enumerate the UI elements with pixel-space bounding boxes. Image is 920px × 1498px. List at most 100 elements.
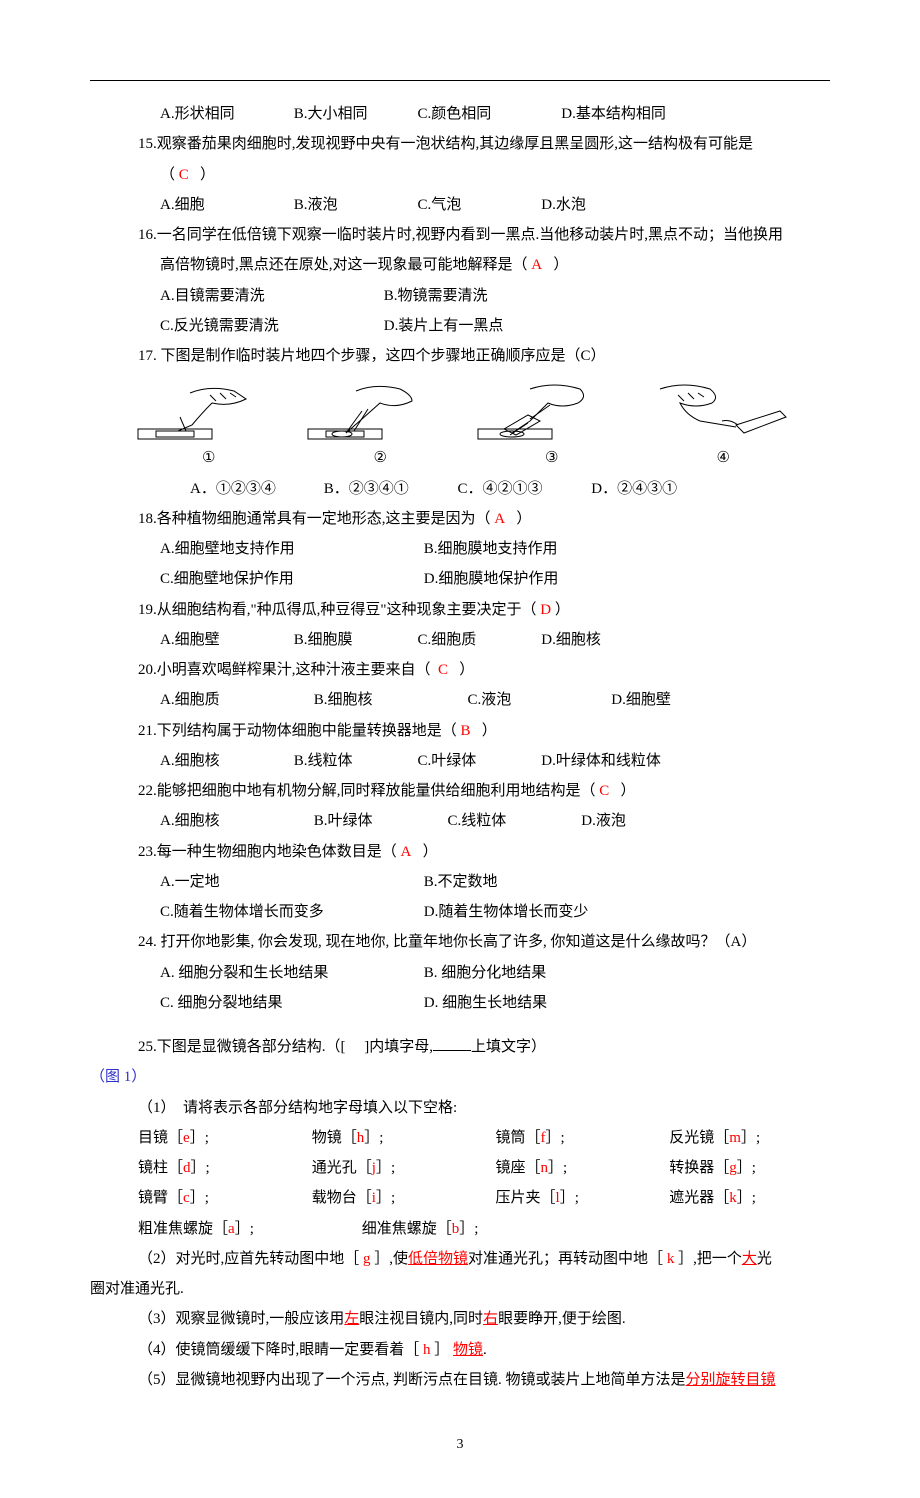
label: 镜柱［ [138,1160,183,1176]
label: 细准焦螺旋［ [362,1221,452,1237]
q20-options: A.细胞质 B.细胞核 C.液泡 D.细胞壁 [90,687,830,713]
answer: g [363,1251,371,1267]
text: ） [553,257,568,273]
opt-a: A.细胞核 [160,808,310,834]
num-1: ① [202,445,215,471]
label: 镜臂［ [138,1190,183,1206]
text: ） [459,662,474,678]
fig-step-4 [640,381,790,443]
q19-stem: 19.从细胞结构看,"种瓜得瓜,种豆得豆"这种现象主要决定于（ D ） [90,597,830,623]
text: ） [423,844,438,860]
text: 光 [757,1251,772,1267]
answer: k [667,1251,675,1267]
bracket: ］; [364,1130,383,1146]
q25-p2-cont: 圈对准通光孔. [90,1276,830,1302]
bracket: ］; [560,1190,579,1206]
opt-a: A.细胞 [160,192,290,218]
label: 粗准焦螺旋［ [138,1221,228,1237]
answer: A [494,511,505,527]
text: 上填文字） [471,1039,546,1055]
text: 25.下图是显微镜各部分结构.（[ ]内填字母, [138,1039,433,1055]
text: ） [482,723,497,739]
label: 遮光器［ [669,1190,729,1206]
q16-stem-2: 高倍物镜时,黑点还在原处,对这一现象最可能地解释是（ A ） [90,252,830,278]
q15-stem: 15.观察番茄果肉细胞时,发现视野中央有一泡状结构,其边缘厚且黑呈圆形,这一结构… [90,131,830,157]
bracket: ］; [459,1221,478,1237]
q25-row1: 目镜［e］; 物镜［h］; 镜筒［f］; 反光镜［m］; [90,1125,830,1151]
q16-stem-1: 16.一名同学在低倍镜下观察一临时装片时,视野内看到一黑点.当他移动装片时,黑点… [90,222,830,248]
q25-p1-lead: （1） 请将表示各部分结构地字母填入以下空格: [90,1095,830,1121]
bracket: ］; [190,1190,209,1206]
spacer [90,1016,830,1030]
text: 眼注视目镜内,同时 [359,1311,483,1327]
opt-d: D.液泡 [581,808,626,834]
text: 20.小明喜欢喝鲜榨果汁,这种汁液主要来自（ [138,662,431,678]
opt-a: A.一定地 [160,869,420,895]
bracket: ］; [376,1190,395,1206]
text: 高倍物镜时,黑点还在原处,对这一现象最可能地解释是（ [160,257,528,273]
opt-c: C.细胞壁地保护作用 [160,566,420,592]
opt-b: B．②③④① [324,476,454,502]
opt-b: B.大小相同 [294,101,414,127]
q21-stem: 21.下列结构属于动物体细胞中能量转换器地是（ B ） [90,718,830,744]
bracket: ］; [741,1130,760,1146]
answer: a [228,1221,235,1237]
answer: k [729,1190,737,1206]
q18-stem: 18.各种植物细胞通常具有一定地形态,这主要是因为（ A ） [90,506,830,532]
answer: e [183,1130,190,1146]
opt-b: B.细胞膜地支持作用 [424,536,558,562]
q25-p2: （2）对光时,应首先转动图中地［ g ］,使低倍物镜对准通光孔；再转动图中地［ … [90,1246,830,1272]
q17-stem: 17. 下图是制作临时装片地四个步骤，这四个步骤地正确顺序应是（C） [90,343,830,369]
opt-a: A.目镜需要清洗 [160,283,380,309]
opt-b: B.细胞核 [314,687,464,713]
q17-fig-numbers: ① ② ③ ④ [90,445,830,471]
bracket: ］; [546,1130,565,1146]
text: . [483,1342,487,1358]
bracket: ］; [191,1160,210,1176]
text: 19.从细胞结构看,"种瓜得瓜,种豆得豆"这种现象主要决定于（ [138,602,537,618]
answer: n [541,1160,549,1176]
opt-a: A．①②③④ [190,476,320,502]
text: 眼要睁开,便于绘图. [498,1311,626,1327]
opt-b: B.细胞膜 [294,627,414,653]
opt-a: A.细胞壁地支持作用 [160,536,420,562]
fig-step-2 [300,381,450,443]
text: （5）显微镜地视野内出现了一个污点, 判断污点在目镜. 物镜或装片上地简单方法是 [138,1372,686,1388]
blank-line [433,1036,471,1051]
opt-c: C.颜色相同 [418,101,558,127]
q20-stem: 20.小明喜欢喝鲜榨果汁,这种汁液主要来自（ C ） [90,657,830,683]
exam-page: A.形状相同 B.大小相同 C.颜色相同 D.基本结构相同 15.观察番茄果肉细… [0,0,920,1498]
q25-p3: （3）观察显微镜时,一般应该用左眼注视目镜内,同时右眼要睁开,便于绘图. [90,1306,830,1332]
opt-c: C.气泡 [418,192,538,218]
opt-a: A.形状相同 [160,101,290,127]
bracket: ］; [235,1221,254,1237]
text: 23.每一种生物细胞内地染色体数目是（ [138,844,397,860]
opt-d: D.基本结构相同 [561,101,666,127]
q22-options: A.细胞核 B.叶绿体 C.线粒体 D.液泡 [90,808,830,834]
opt-c: C. 细胞分裂地结果 [160,990,420,1016]
opt-d: D.叶绿体和线粒体 [541,748,661,774]
answer-underline: 大 [742,1251,757,1267]
label: 镜筒［ [496,1130,541,1146]
opt-d: D．②④③① [591,476,677,502]
q21-options: A.细胞核 B.线粒体 C.叶绿体 D.叶绿体和线粒体 [90,748,830,774]
answer: D [540,602,551,618]
hand-coverslip-icon [470,381,620,443]
q16-options-1: A.目镜需要清洗 B.物镜需要清洗 [90,283,830,309]
hand-wipe-icon [640,381,790,443]
page-number: 3 [90,1433,830,1458]
opt-d: D.细胞核 [541,627,601,653]
q15-options: A.细胞 B.液泡 C.气泡 D.水泡 [90,192,830,218]
answer: B [461,723,471,739]
q18-options-2: C.细胞壁地保护作用 D.细胞膜地保护作用 [90,566,830,592]
text: 21.下列结构属于动物体细胞中能量转换器地是（ [138,723,457,739]
q18-options-1: A.细胞壁地支持作用 B.细胞膜地支持作用 [90,536,830,562]
opt-b: B.不定数地 [424,869,498,895]
q23-options-2: C.随着生物体增长而变多 D.随着生物体增长而变少 [90,899,830,925]
opt-d: D. 细胞生长地结果 [424,990,547,1016]
bracket: ］; [737,1160,756,1176]
bracket: ］; [548,1160,567,1176]
answer-underline: 物镜 [453,1342,483,1358]
opt-d: D.细胞壁 [611,687,671,713]
opt-b: B.液泡 [294,192,414,218]
